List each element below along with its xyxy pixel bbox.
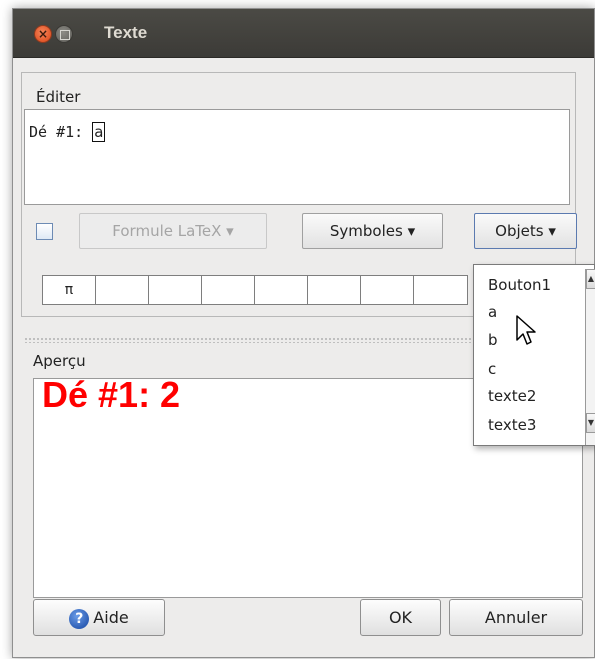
- symbol-quick-bar: π: [42, 275, 468, 305]
- dynamic-object-a[interactable]: a: [92, 122, 106, 142]
- menu-item-texte3[interactable]: texte3: [488, 416, 536, 434]
- symbol-pi-button[interactable]: π: [43, 276, 96, 304]
- minimize-window-button[interactable]: [55, 25, 73, 43]
- popup-scrollbar[interactable]: ▲ ▼: [585, 269, 595, 445]
- scroll-down-arrow-icon[interactable]: ▼: [586, 413, 595, 433]
- editor-content: Dé #1: a: [29, 122, 106, 142]
- preview-rendered-text: Dé #1: 2: [42, 374, 181, 415]
- symbol-slot[interactable]: [414, 276, 467, 304]
- text-editor[interactable]: Dé #1: a: [24, 109, 570, 205]
- symbol-slot[interactable]: [149, 276, 202, 304]
- help-button-label: Aide: [93, 608, 129, 627]
- help-icon: ?: [69, 608, 90, 629]
- objects-dropdown[interactable]: Objets ▾: [474, 213, 577, 249]
- latex-checkbox[interactable]: [36, 223, 53, 240]
- symbols-dropdown[interactable]: Symboles ▾: [302, 213, 443, 249]
- editor-toolbar: Formule LaTeX ▾ Symboles ▾ Objets ▾: [24, 208, 577, 256]
- symbol-slot[interactable]: [361, 276, 414, 304]
- window-title: Texte: [104, 23, 148, 42]
- symbol-slot[interactable]: [255, 276, 308, 304]
- menu-item-a[interactable]: a: [488, 303, 497, 321]
- scroll-up-arrow-icon[interactable]: ▲: [586, 269, 595, 289]
- preview-group-label: Aperçu: [33, 352, 86, 370]
- objects-popup-menu: Bouton1 a b c texte2 texte3 ▲ ▼: [473, 264, 595, 446]
- close-window-button[interactable]: ×: [34, 25, 52, 43]
- menu-item-texte2[interactable]: texte2: [488, 387, 536, 405]
- help-button[interactable]: ? Aide: [33, 599, 165, 636]
- symbol-slot[interactable]: [202, 276, 255, 304]
- symbol-slot[interactable]: [96, 276, 149, 304]
- cancel-button[interactable]: Annuler: [449, 599, 583, 636]
- edit-group-label: Éditer: [36, 88, 81, 106]
- editor-text-prefix: Dé #1:: [29, 123, 93, 141]
- menu-item-b[interactable]: b: [488, 331, 498, 349]
- symbol-slot[interactable]: [308, 276, 361, 304]
- menu-item-c[interactable]: c: [488, 360, 496, 378]
- latex-formula-dropdown[interactable]: Formule LaTeX ▾: [79, 213, 267, 249]
- mouse-pointer-icon: [516, 315, 536, 345]
- title-bar: × Texte: [13, 9, 594, 58]
- ok-button[interactable]: OK: [360, 599, 441, 636]
- menu-item-bouton1[interactable]: Bouton1: [488, 276, 551, 294]
